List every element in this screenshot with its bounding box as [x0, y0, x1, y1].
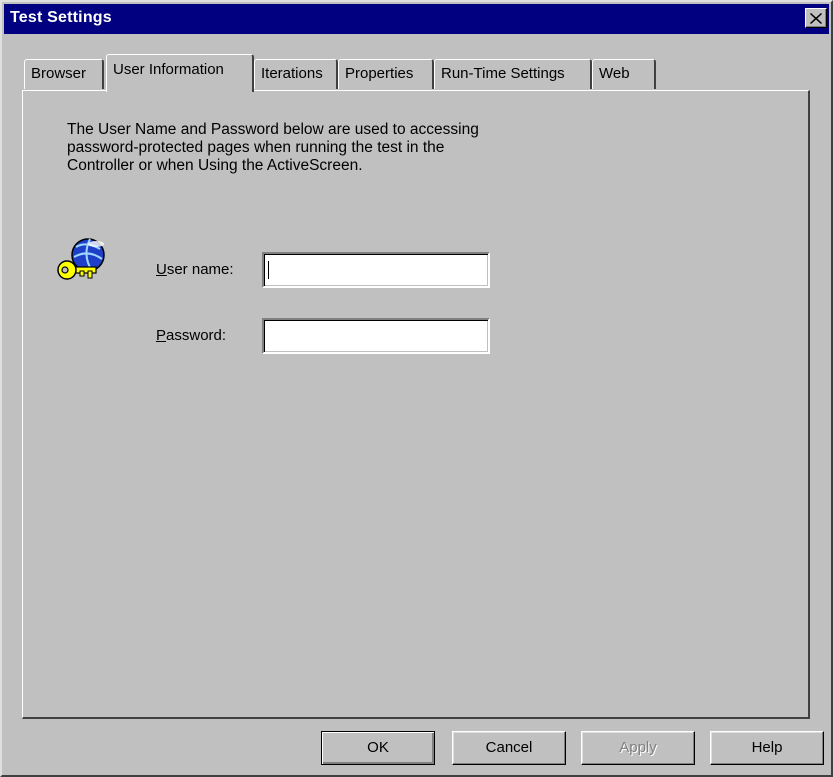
tab-web[interactable]: Web [592, 59, 656, 89]
close-button[interactable] [805, 8, 827, 28]
tab-run-time-settings[interactable]: Run-Time Settings [434, 59, 592, 89]
tab-label: Run-Time Settings [441, 65, 565, 82]
title-bar[interactable]: Test Settings [4, 4, 829, 34]
cancel-button[interactable]: Cancel [452, 731, 566, 765]
tab-user-information[interactable]: User Information [106, 54, 254, 92]
tab-browser[interactable]: Browser [24, 59, 104, 89]
tab-iterations[interactable]: Iterations [254, 59, 338, 89]
apply-button[interactable]: Apply [581, 731, 695, 765]
username-label: User name: [156, 261, 234, 278]
tab-label: Browser [31, 65, 87, 82]
tab-label: Properties [345, 65, 414, 82]
tab-label: Iterations [261, 65, 323, 82]
help-button[interactable]: Help [710, 731, 824, 765]
window-title: Test Settings [10, 9, 112, 26]
tab-properties[interactable]: Properties [338, 59, 434, 89]
close-icon [810, 12, 822, 24]
description-text: The User Name and Password below are use… [67, 121, 479, 174]
user-information-panel: The User Name and Password below are use… [22, 90, 810, 719]
tab-label: Web [599, 65, 630, 82]
password-input[interactable] [262, 318, 490, 354]
password-label: Password: [156, 327, 227, 344]
username-input[interactable] [262, 252, 490, 288]
text-caret [268, 261, 269, 279]
test-settings-dialog: Test Settings Browser User Information I… [0, 0, 833, 777]
ok-button[interactable]: OK [321, 731, 435, 765]
globe-key-icon [56, 235, 112, 285]
tab-label: User Information [113, 61, 224, 78]
